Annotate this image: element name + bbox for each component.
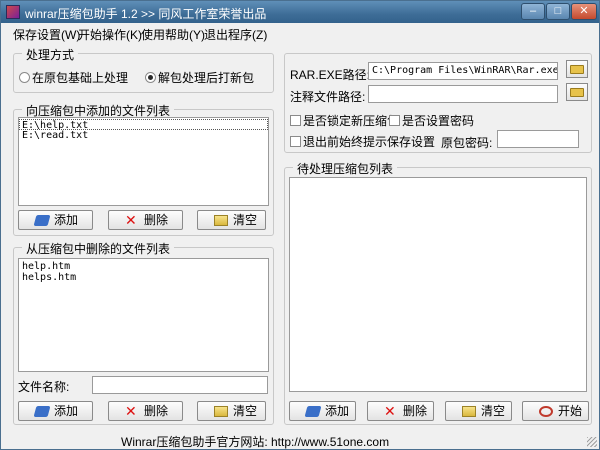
- folder-icon: [570, 88, 584, 97]
- delete-files-group: 从压缩包中删除的文件列表 help.htm helps.htm 文件名称: 添加…: [13, 240, 274, 425]
- add-files-list[interactable]: E:\help.txt E:\read.txt: [18, 117, 269, 206]
- comment-path-label: 注释文件路径:: [290, 90, 366, 104]
- app-window: winrar压缩包助手 1.2 >> 同风工作室荣誉出品 – □ ✕ 保存设置(…: [0, 0, 600, 450]
- add-icon: [304, 406, 322, 417]
- mode-legend: 处理方式: [22, 46, 79, 63]
- delete-files-add-button[interactable]: 添加: [18, 401, 93, 421]
- start-button[interactable]: 开始: [522, 401, 589, 421]
- clear-icon: [214, 406, 228, 417]
- add-files-add-button[interactable]: 添加: [18, 210, 93, 230]
- folder-icon: [570, 65, 584, 74]
- status-text: Winrar压缩包助手官方网站: http://www.51one.com: [121, 435, 390, 449]
- app-icon: [6, 5, 20, 19]
- delete-files-delete-button[interactable]: ✕ 删除: [108, 401, 183, 421]
- browse-comment-button[interactable]: [566, 83, 588, 101]
- menu-exit[interactable]: 退出程序(Z): [204, 26, 267, 43]
- filename-input[interactable]: [92, 376, 268, 394]
- add-icon: [33, 406, 51, 417]
- rar-path-input[interactable]: C:\Program Files\WinRAR\Rar.exe: [368, 62, 558, 80]
- clear-icon: [214, 215, 228, 226]
- set-password-checkbox[interactable]: 是否设置密码: [389, 112, 474, 129]
- add-files-delete-button[interactable]: ✕ 删除: [108, 210, 183, 230]
- original-password-label: 原包密码:: [441, 136, 493, 150]
- delete-files-list[interactable]: help.htm helps.htm: [18, 258, 269, 372]
- window-title: winrar压缩包助手 1.2 >> 同风工作室荣誉出品: [25, 7, 267, 21]
- prompt-save-checkbox[interactable]: 退出前始终提示保存设置: [290, 133, 435, 150]
- rar-path-label: RAR.EXE路径:: [290, 68, 371, 82]
- pending-clear-button[interactable]: 清空: [445, 401, 512, 421]
- list-item[interactable]: helps.htm: [19, 272, 268, 283]
- checkbox-icon: [290, 136, 301, 147]
- add-icon: [33, 215, 51, 226]
- lock-archive-checkbox[interactable]: 是否锁定新压缩包: [290, 112, 399, 129]
- start-icon: [539, 406, 553, 417]
- pending-archives-list[interactable]: [289, 177, 587, 392]
- delete-icon: ✕: [384, 403, 396, 419]
- pending-archives-group: 待处理压缩包列表 添加 ✕ 删除 清空 开始: [284, 160, 592, 425]
- close-button[interactable]: ✕: [571, 3, 597, 20]
- list-item[interactable]: help.htm: [19, 261, 268, 272]
- list-item[interactable]: E:\help.txt: [19, 119, 268, 131]
- radio-selected-icon: [145, 72, 156, 83]
- pending-add-button[interactable]: 添加: [289, 401, 356, 421]
- list-item[interactable]: E:\read.txt: [19, 130, 268, 141]
- comment-path-input[interactable]: [368, 85, 558, 103]
- mode-group: 处理方式 在原包基础上处理 解包处理后打新包: [13, 46, 274, 93]
- menu-help[interactable]: 使用帮助(Y): [141, 26, 205, 43]
- pending-legend: 待处理压缩包列表: [293, 160, 398, 177]
- filename-label: 文件名称:: [18, 380, 70, 394]
- minimize-button[interactable]: –: [521, 3, 545, 20]
- add-files-clear-button[interactable]: 清空: [197, 210, 266, 230]
- title-bar[interactable]: winrar压缩包助手 1.2 >> 同风工作室荣誉出品 – □ ✕: [1, 1, 599, 23]
- checkbox-icon: [389, 115, 400, 126]
- menu-start-operation[interactable]: 开始操作(K): [78, 26, 142, 43]
- delete-files-clear-button[interactable]: 清空: [197, 401, 266, 421]
- browse-rar-button[interactable]: [566, 60, 588, 78]
- radio-keep-original[interactable]: 在原包基础上处理: [19, 69, 128, 86]
- resize-grip-icon[interactable]: [587, 437, 597, 447]
- pending-delete-button[interactable]: ✕ 删除: [367, 401, 434, 421]
- settings-group: RAR.EXE路径: C:\Program Files\WinRAR\Rar.e…: [284, 53, 592, 153]
- radio-icon: [19, 72, 30, 83]
- checkbox-icon: [290, 115, 301, 126]
- delete-icon: ✕: [125, 212, 137, 228]
- status-bar: Winrar压缩包助手官方网站: http://www.51one.com: [1, 431, 599, 449]
- delete-files-legend: 从压缩包中删除的文件列表: [22, 240, 175, 257]
- add-files-group: 向压缩包中添加的文件列表 E:\help.txt E:\read.txt 添加 …: [13, 102, 274, 236]
- delete-icon: ✕: [125, 403, 137, 419]
- menu-bar: 保存设置(W) 开始操作(K) 使用帮助(Y) 退出程序(Z): [1, 23, 599, 43]
- clear-icon: [462, 406, 476, 417]
- radio-repack[interactable]: 解包处理后打新包: [145, 69, 254, 86]
- maximize-button[interactable]: □: [546, 3, 570, 20]
- menu-save-settings[interactable]: 保存设置(W): [13, 26, 80, 43]
- original-password-input[interactable]: [497, 130, 579, 148]
